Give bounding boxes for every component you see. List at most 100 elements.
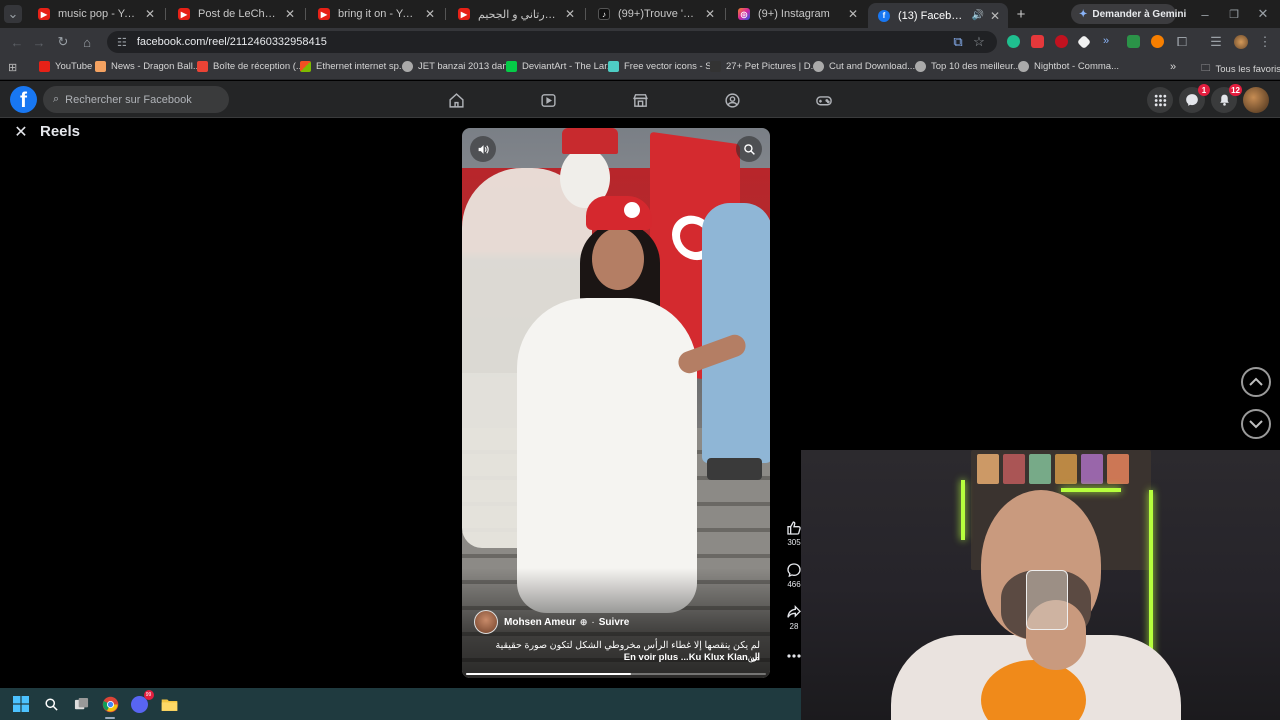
- globe-icon: [915, 61, 926, 72]
- bookmark-label: DeviantArt - The Lar...: [522, 61, 615, 72]
- bookmark-label: Top 10 des meilleur...: [931, 61, 1021, 72]
- facebook-logo[interactable]: f: [10, 86, 37, 113]
- microsoft-icon: [300, 61, 311, 72]
- reel-video[interactable]: Mohsen Ameur ⊕ · Suivre لم يكن ينقصها إل…: [462, 128, 770, 678]
- reload-button[interactable]: ↻: [54, 33, 72, 51]
- extension-icon[interactable]: [1076, 34, 1092, 50]
- bookmark-star-icon[interactable]: ☆: [970, 33, 988, 51]
- taskbar-search-icon[interactable]: [42, 695, 60, 713]
- bookmark-item[interactable]: YouTube: [39, 61, 92, 72]
- follow-button[interactable]: Suivre: [599, 617, 630, 628]
- bookmark-label: YouTube: [55, 61, 93, 72]
- all-bookmarks-folder[interactable]: 🗀 Tous les favoris: [1201, 61, 1280, 77]
- speaker-icon[interactable]: 🔊: [971, 10, 983, 21]
- video-progress-bar[interactable]: [466, 673, 766, 675]
- browser-tab[interactable]: ♪ (99+)Trouve 'Clipping' sur ✕: [588, 3, 723, 25]
- menu-grid-button[interactable]: [1147, 87, 1173, 113]
- close-tab-icon[interactable]: ✕: [145, 7, 155, 21]
- forward-button[interactable]: →: [30, 33, 48, 51]
- volume-icon[interactable]: [470, 136, 496, 162]
- bookmark-label: Nightbot - Comma...: [1034, 61, 1119, 72]
- extension-icon[interactable]: [1127, 35, 1140, 48]
- close-tab-icon[interactable]: ✕: [285, 7, 295, 21]
- bookmark-item[interactable]: News - Dragon Ball...: [95, 61, 201, 72]
- close-tab-icon[interactable]: ✕: [848, 7, 858, 21]
- bookmark-label: Free vector icons - S...: [624, 61, 720, 72]
- close-tab-icon[interactable]: ✕: [425, 7, 435, 21]
- restore-button[interactable]: ❐: [1225, 5, 1243, 23]
- more-bookmarks-icon[interactable]: »: [1170, 61, 1176, 73]
- gmail-icon: [197, 61, 208, 72]
- next-reel-button[interactable]: [1241, 409, 1271, 439]
- discord-taskbar-icon[interactable]: 99: [130, 689, 154, 713]
- apps-grid-icon[interactable]: ⊞: [8, 61, 17, 74]
- back-button[interactable]: ←: [8, 33, 26, 51]
- tab-search-icon[interactable]: ⌄: [4, 5, 22, 23]
- bookmark-item[interactable]: 27+ Pet Pictures | D...: [710, 61, 819, 72]
- bookmarks-bar: ⊞ YouTube News - Dragon Ball... Boîte de…: [0, 56, 1280, 80]
- browser-tab[interactable]: ▶ نوفل الورتاني و الجحيم - be ✕: [448, 3, 583, 25]
- new-tab-button[interactable]: +: [1012, 5, 1030, 23]
- bookmark-item[interactable]: Cut and Download...: [813, 61, 915, 72]
- see-more-link[interactable]: En voir plus ...Ku Klux Klan ال: [482, 652, 760, 664]
- account-avatar[interactable]: [1243, 87, 1269, 113]
- nav-groups-icon[interactable]: [722, 90, 742, 110]
- notifications-button[interactable]: 12: [1211, 84, 1242, 113]
- video-child-legs: [707, 458, 762, 480]
- address-bar[interactable]: ☷ facebook.com/reel/2112460332958415: [107, 31, 997, 53]
- minimize-button[interactable]: –: [1196, 5, 1214, 23]
- install-app-icon[interactable]: ⧉: [949, 33, 967, 51]
- browser-tab[interactable]: ◎ (9+) Instagram ✕: [728, 3, 866, 25]
- chrome-taskbar-icon[interactable]: [101, 695, 119, 713]
- bookmark-item[interactable]: JET banzai 2013 dan...: [402, 61, 516, 72]
- gemini-button[interactable]: ✦ Demander à Gemini: [1071, 4, 1186, 24]
- reading-list-icon[interactable]: ☰: [1207, 33, 1225, 51]
- browser-tab[interactable]: ▶ bring it on - YouTube ✕: [308, 3, 443, 25]
- file-explorer-icon[interactable]: [160, 695, 178, 713]
- windows-start-icon[interactable]: [12, 695, 30, 713]
- tab-title: bring it on - YouTube: [338, 8, 419, 20]
- extension-icon[interactable]: [1031, 35, 1044, 48]
- extension-icon[interactable]: [1055, 35, 1068, 48]
- close-tab-icon[interactable]: ✕: [705, 7, 715, 21]
- bookmark-item[interactable]: DeviantArt - The Lar...: [506, 61, 615, 72]
- bookmark-item[interactable]: Top 10 des meilleur...: [915, 61, 1021, 72]
- search-icon[interactable]: [736, 136, 762, 162]
- bookmark-label: 27+ Pet Pictures | D...: [726, 61, 819, 72]
- nav-marketplace-icon[interactable]: [630, 90, 650, 110]
- led-strip: [961, 480, 965, 540]
- messenger-button[interactable]: 1: [1179, 84, 1210, 113]
- bookmark-item[interactable]: Ethernet internet sp...: [300, 61, 407, 72]
- browser-tab[interactable]: ▶ music pop - YouTube ✕: [28, 3, 163, 25]
- home-button[interactable]: ⌂: [78, 33, 96, 51]
- site-info-icon[interactable]: ☷: [117, 36, 127, 49]
- nav-home-icon[interactable]: [446, 90, 466, 110]
- tab-title: نوفل الورتاني و الجحيم - be: [478, 8, 559, 21]
- browser-tab[interactable]: ▶ Post de LeChefOtaku - You ✕: [168, 3, 303, 25]
- extension-icon[interactable]: [1007, 35, 1020, 48]
- reel-author-row: Mohsen Ameur ⊕ · Suivre: [474, 610, 629, 634]
- previous-reel-button[interactable]: [1241, 367, 1271, 397]
- author-name[interactable]: Mohsen Ameur: [504, 617, 576, 628]
- close-tab-icon[interactable]: ✕: [565, 7, 575, 21]
- task-view-icon[interactable]: [72, 695, 90, 713]
- chrome-menu-icon[interactable]: ⋮: [1256, 33, 1274, 51]
- youtube-icon: ▶: [178, 8, 190, 20]
- extension-icon[interactable]: »: [1103, 35, 1116, 48]
- nav-gaming-icon[interactable]: [814, 90, 834, 110]
- close-reels-button[interactable]: ✕: [9, 120, 33, 144]
- facebook-search-input[interactable]: ⌕ Rechercher sur Facebook: [43, 86, 229, 113]
- bookmark-item[interactable]: Free vector icons - S...: [608, 61, 720, 72]
- author-avatar[interactable]: [474, 610, 498, 634]
- browser-tab-active[interactable]: f (13) Facebook 🔊 ✕: [868, 3, 1008, 28]
- tiktok-icon: ♪: [598, 8, 610, 20]
- dragonball-icon: [95, 61, 106, 72]
- extension-icon[interactable]: [1151, 35, 1164, 48]
- bookmark-item[interactable]: Nightbot - Comma...: [1018, 61, 1119, 72]
- close-window-button[interactable]: ✕: [1254, 5, 1272, 23]
- extensions-puzzle-icon[interactable]: ⧠: [1173, 33, 1191, 51]
- nav-video-icon[interactable]: [538, 90, 558, 110]
- close-tab-icon[interactable]: ✕: [990, 9, 1000, 23]
- bookmark-item[interactable]: Boîte de réception (...: [197, 61, 304, 72]
- profile-avatar[interactable]: [1234, 35, 1248, 49]
